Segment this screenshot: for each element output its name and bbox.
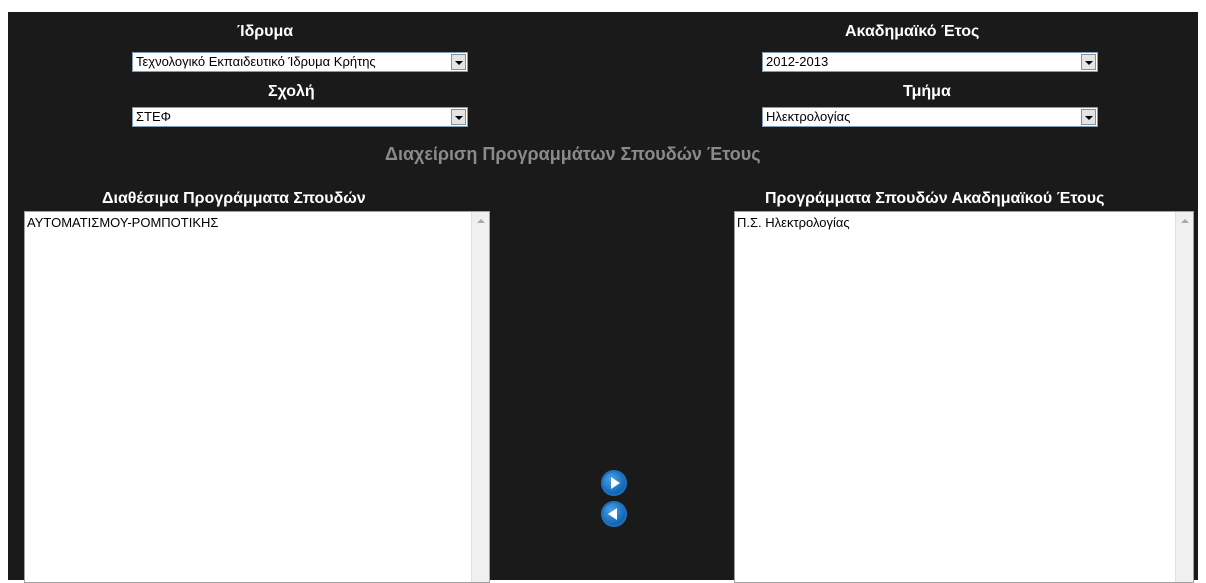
scrollbar[interactable] [471, 212, 489, 582]
scroll-up-icon[interactable] [1176, 212, 1193, 229]
academic-year-label: Ακαδημαϊκό Έτος [845, 23, 980, 40]
chevron-down-icon[interactable] [451, 109, 466, 125]
remove-button[interactable] [601, 501, 627, 527]
scroll-up-icon[interactable] [472, 212, 489, 229]
department-select-value: Ηλεκτρολογίας [766, 109, 851, 124]
assigned-listbox[interactable]: Π.Σ. Ηλεκτρολογίας [734, 211, 1194, 583]
school-select-value: ΣΤΕΦ [136, 109, 172, 124]
list-item[interactable]: Π.Σ. Ηλεκτρολογίας [737, 215, 850, 230]
chevron-down-icon[interactable] [451, 54, 466, 70]
page-title: Διαχείριση Προγραμμάτων Σπουδών Έτους [385, 144, 761, 164]
scrollbar[interactable] [1175, 212, 1193, 582]
academic-year-select-value: 2012-2013 [766, 54, 829, 69]
department-select[interactable]: Ηλεκτρολογίας [762, 107, 1098, 127]
school-label: Σχολή [268, 83, 315, 100]
list-item[interactable]: ΑΥΤΟΜΑΤΙΣΜΟΥ-ΡΟΜΠΟΤΙΚΗΣ [27, 215, 218, 230]
school-select[interactable]: ΣΤΕΦ [132, 107, 468, 127]
available-list-title: Διαθέσιμα Προγράμματα Σπουδών [102, 190, 366, 207]
add-button[interactable] [601, 470, 627, 496]
academic-year-select[interactable]: 2012-2013 [762, 52, 1098, 72]
department-label: Τμήμα [903, 83, 951, 100]
institution-select-value: Τεχνολογικό Εκπαιδευτικό Ίδρυμα Κρήτης [136, 54, 376, 69]
available-listbox[interactable]: ΑΥΤΟΜΑΤΙΣΜΟΥ-ΡΟΜΠΟΤΙΚΗΣ [24, 211, 490, 583]
chevron-down-icon[interactable] [1081, 54, 1096, 70]
assigned-list-title: Προγράμματα Σπουδών Ακαδημαϊκού Έτους [765, 190, 1105, 207]
institution-select[interactable]: Τεχνολογικό Εκπαιδευτικό Ίδρυμα Κρήτης [132, 52, 468, 72]
institution-label: Ίδρυμα [237, 23, 294, 40]
chevron-down-icon[interactable] [1081, 109, 1096, 125]
